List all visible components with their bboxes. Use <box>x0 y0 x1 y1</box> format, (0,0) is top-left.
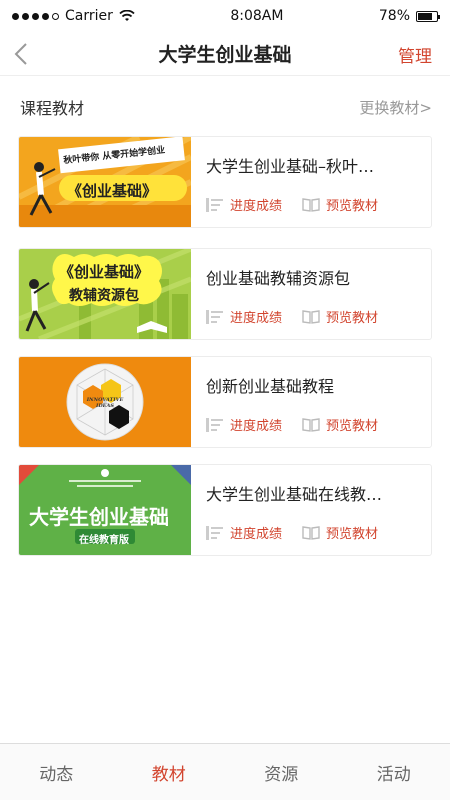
course-title: 大学生创业基础–秋叶… <box>206 157 375 176</box>
preview-textbook-label: 预览教材 <box>326 311 379 326</box>
battery-percent: 78% <box>378 8 410 24</box>
switch-textbook-link[interactable]: 更换教材> <box>359 97 432 118</box>
course-actions: 进度成绩 预览教材 <box>206 523 378 542</box>
tab-resources[interactable]: 资源 <box>241 760 321 785</box>
course-thumbnail: INNOVATIVE IDEAS <box>19 357 191 447</box>
preview-textbook-label: 预览教材 <box>326 199 379 214</box>
status-bar: Carrier 8:08AM 78% <box>0 0 450 32</box>
tab-textbooks[interactable]: 教材 <box>129 760 209 785</box>
preview-textbook-label: 预览教材 <box>326 527 379 542</box>
book-icon <box>302 309 320 324</box>
progress-score-label: 进度成绩 <box>230 527 283 542</box>
course-thumbnail: 《创业基础》 教辅资源包 <box>19 249 191 339</box>
course-info: 大学生创业基础–秋叶… 进度成绩 预览教材 <box>191 137 431 227</box>
list-icon <box>206 417 223 432</box>
status-right: 78% <box>378 8 440 24</box>
chevron-left-icon <box>14 43 27 65</box>
section-header: 课程教材 更换教材> <box>20 94 432 120</box>
thumbnail-caption: INNOVATIVE IDEAS <box>86 397 124 409</box>
course-actions: 进度成绩 预览教材 <box>206 415 378 434</box>
course-info: 创业基础教辅资源包 进度成绩 预览教材 <box>191 249 431 339</box>
section-title: 课程教材 <box>20 99 85 118</box>
thumbnail-caption: 《创业基础》 <box>67 182 158 200</box>
course-actions: 进度成绩 预览教材 <box>206 195 378 214</box>
carrier-label: Carrier <box>65 8 113 24</box>
progress-score-label: 进度成绩 <box>230 419 283 434</box>
course-info: 大学生创业基础在线教… 进度成绩 预览教材 <box>191 465 431 555</box>
thumbnail-caption: 《创业基础》 <box>59 263 150 281</box>
book-icon <box>302 525 320 540</box>
preview-textbook-button[interactable]: 预览教材 <box>302 523 378 542</box>
progress-score-label: 进度成绩 <box>230 199 283 214</box>
preview-textbook-button[interactable]: 预览教材 <box>302 307 378 326</box>
tab-activities[interactable]: 活动 <box>354 760 434 785</box>
progress-score-button[interactable]: 进度成绩 <box>206 307 282 326</box>
tab-dynamics[interactable]: 动态 <box>16 760 96 785</box>
manage-button[interactable]: 管理 <box>398 42 432 67</box>
course-card[interactable]: 秋叶带你 从零开始学创业 《创业基础》 大学生创业基础–秋叶… 进度成绩 预览教… <box>18 136 432 228</box>
course-title: 创新创业基础教程 <box>206 377 335 396</box>
thumbnail-subtitle: 在线教育版 <box>79 535 129 546</box>
progress-score-label: 进度成绩 <box>230 311 283 326</box>
preview-textbook-button[interactable]: 预览教材 <box>302 195 378 214</box>
status-time: 8:08AM <box>230 8 284 24</box>
progress-score-button[interactable]: 进度成绩 <box>206 195 282 214</box>
signal-icon <box>12 12 59 20</box>
course-info: 创新创业基础教程 进度成绩 预览教材 <box>191 357 431 447</box>
thumbnail-caption: 大学生创业基础 <box>29 505 169 529</box>
list-icon <box>206 309 223 324</box>
list-icon <box>206 525 223 540</box>
course-card[interactable]: 《创业基础》 教辅资源包 创业基础教辅资源包 进度成绩 预览教材 <box>18 248 432 340</box>
book-icon <box>302 417 320 432</box>
tab-bar: 动态 教材 资源 活动 <box>0 743 450 800</box>
back-button[interactable] <box>14 40 38 68</box>
course-card[interactable]: 大学生创业基础 在线教育版 大学生创业基础在线教… 进度成绩 预览教材 <box>18 464 432 556</box>
progress-score-button[interactable]: 进度成绩 <box>206 523 282 542</box>
course-actions: 进度成绩 预览教材 <box>206 307 378 326</box>
course-title: 大学生创业基础在线教… <box>206 485 383 504</box>
course-card[interactable]: INNOVATIVE IDEAS 创新创业基础教程 进度成绩 预览教材 <box>18 356 432 448</box>
battery-fill <box>418 12 433 20</box>
page-title: 大学生创业基础 <box>158 44 292 66</box>
status-left: Carrier <box>12 8 135 24</box>
preview-textbook-button[interactable]: 预览教材 <box>302 415 378 434</box>
course-title: 创业基础教辅资源包 <box>206 269 351 288</box>
progress-score-button[interactable]: 进度成绩 <box>206 415 282 434</box>
thumbnail-subtitle: 教辅资源包 <box>69 288 139 304</box>
preview-textbook-label: 预览教材 <box>326 419 379 434</box>
course-thumbnail: 大学生创业基础 在线教育版 <box>19 465 191 555</box>
book-icon <box>302 197 320 212</box>
battery-icon <box>416 10 440 22</box>
nav-bar: 大学生创业基础 管理 <box>0 32 450 76</box>
course-thumbnail: 秋叶带你 从零开始学创业 《创业基础》 <box>19 137 191 227</box>
list-icon <box>206 197 223 212</box>
wifi-icon <box>119 10 135 21</box>
